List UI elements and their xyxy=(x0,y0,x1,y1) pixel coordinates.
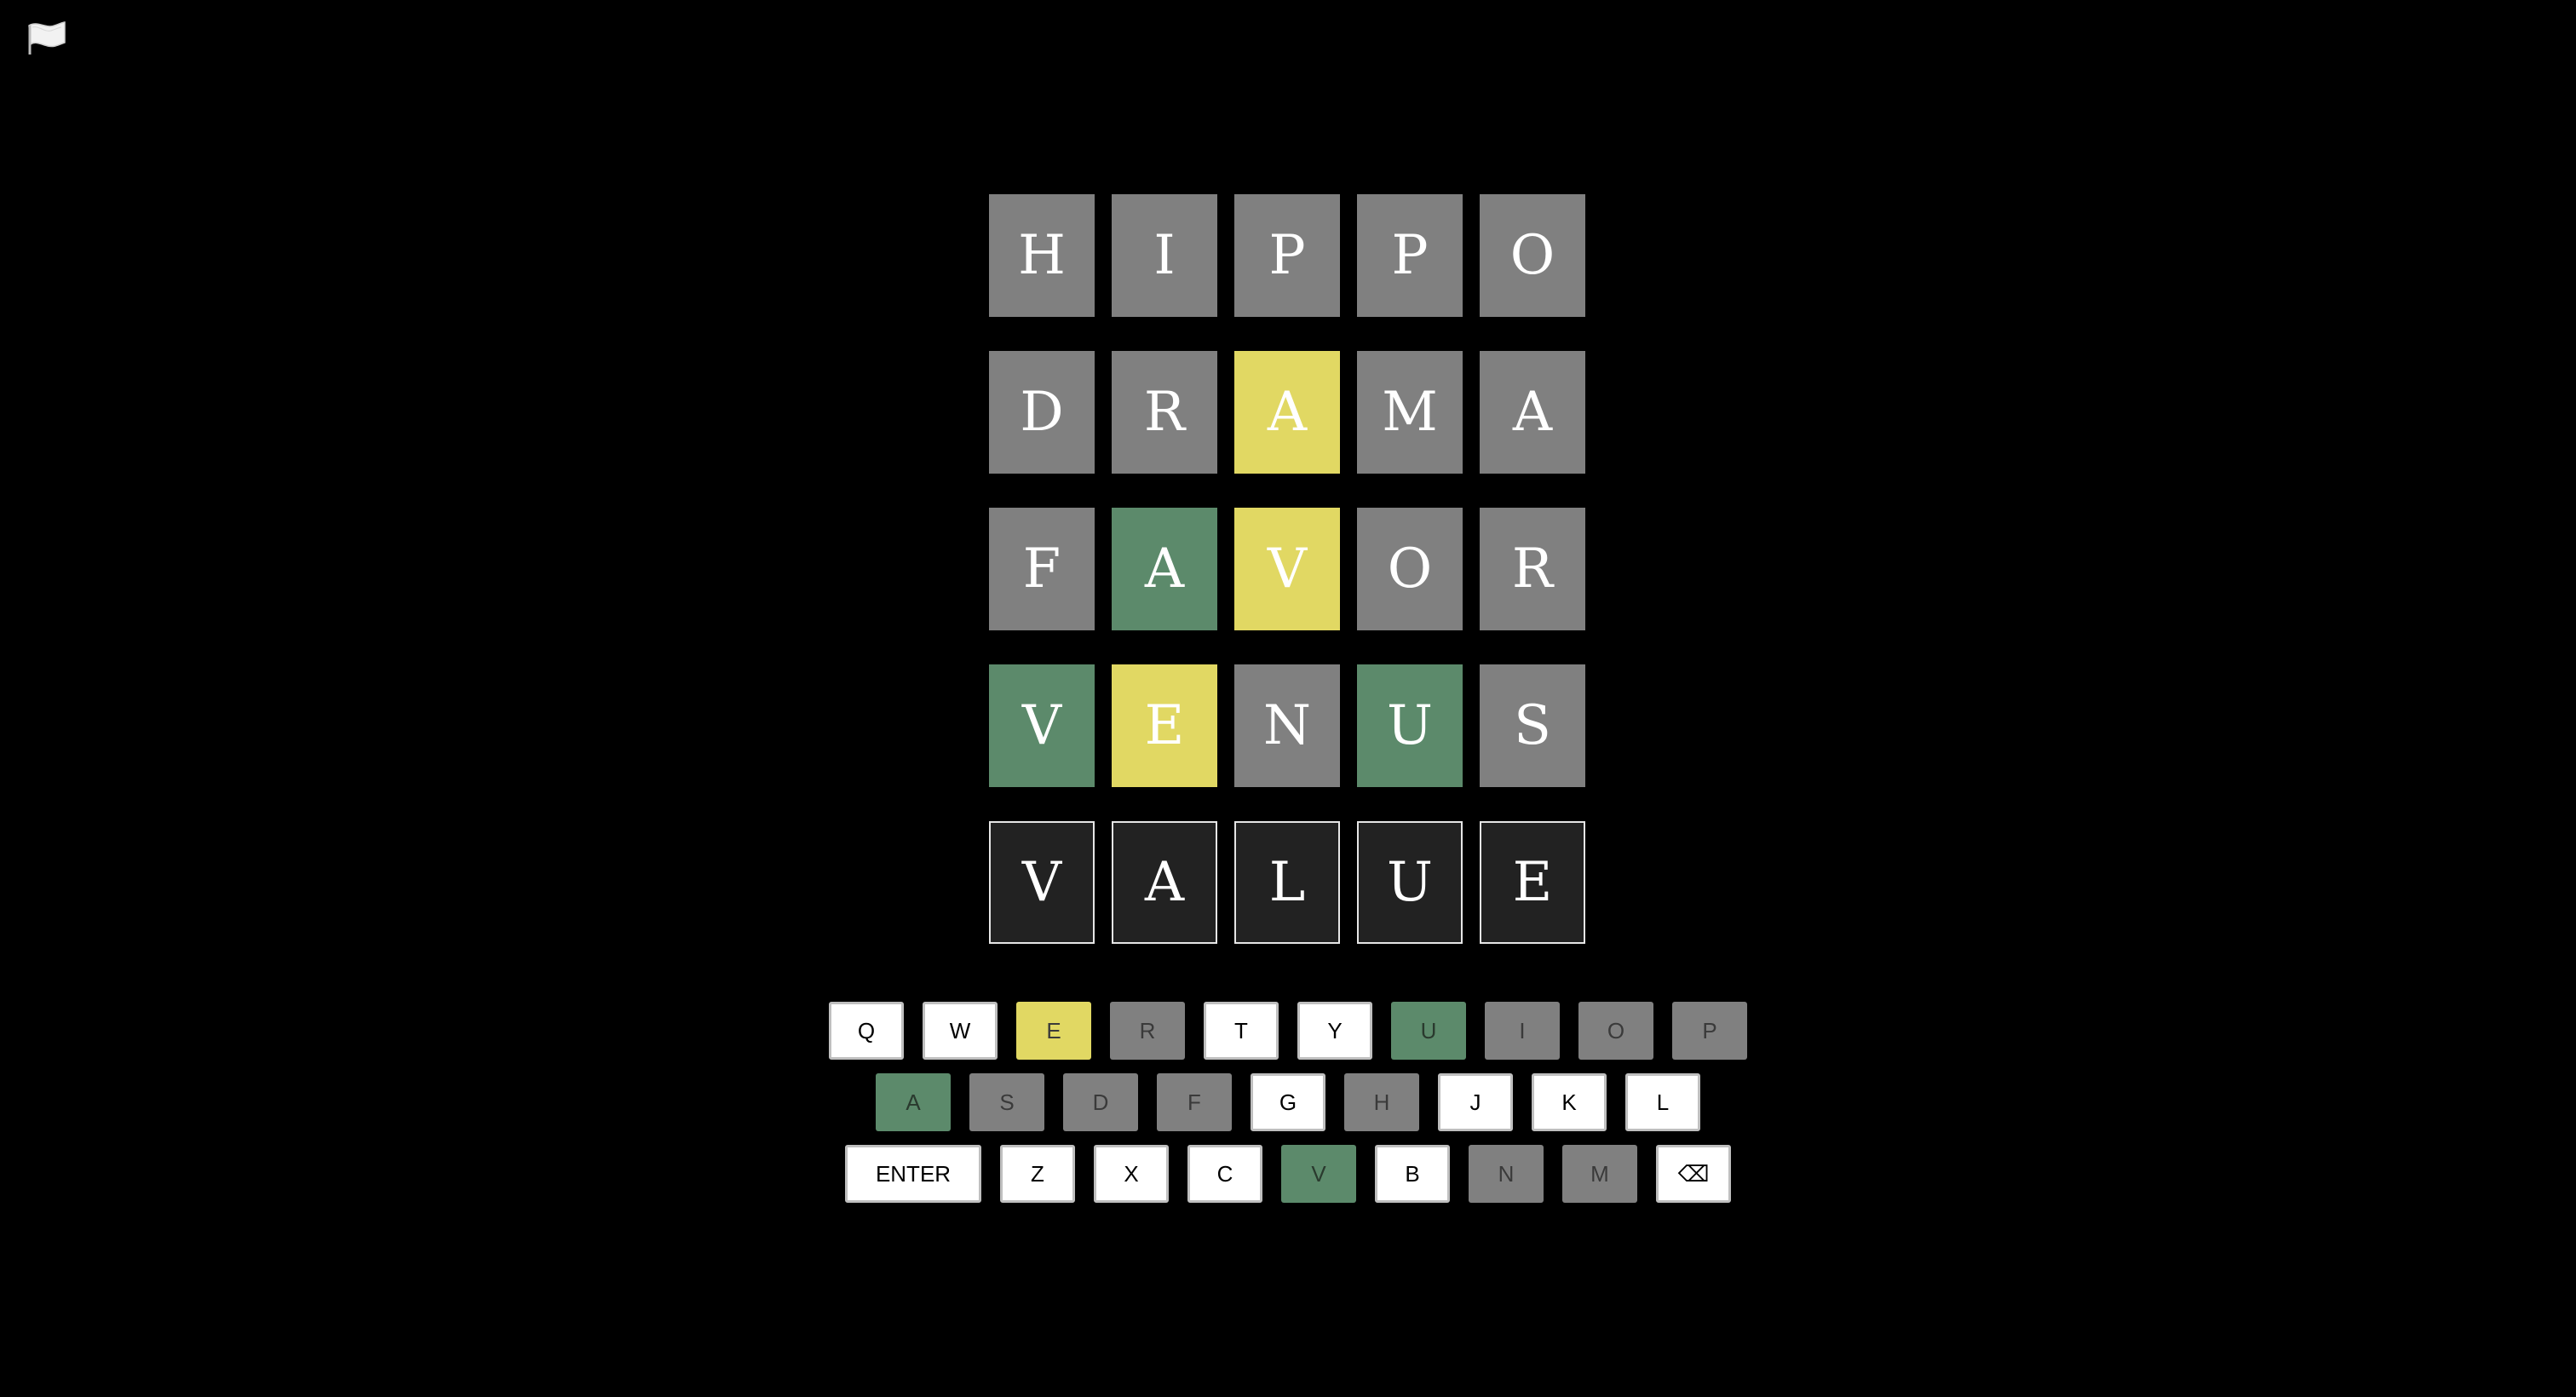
letter-tile: P xyxy=(1234,194,1340,317)
letter-tile: O xyxy=(1357,508,1463,630)
game-page: H I P P O D R A M A F A V O R V E N U S xyxy=(0,0,2576,1397)
letter-tile: A xyxy=(1112,821,1217,944)
keyboard-row: Q W E R T Y U I O P xyxy=(0,1002,2576,1060)
key-t[interactable]: T xyxy=(1204,1002,1279,1060)
letter-tile: A xyxy=(1480,351,1585,474)
letter-tile: N xyxy=(1234,664,1340,787)
letter-tile: S xyxy=(1480,664,1585,787)
key-n[interactable]: N xyxy=(1469,1145,1544,1203)
keyboard-row: A S D F G H J K L xyxy=(0,1073,2576,1131)
key-g[interactable]: G xyxy=(1251,1073,1325,1131)
key-f[interactable]: F xyxy=(1157,1073,1232,1131)
on-screen-keyboard: Q W E R T Y U I O P A S D F G H J K L EN… xyxy=(0,1002,2576,1203)
letter-tile: U xyxy=(1357,821,1463,944)
letter-tile: E xyxy=(1112,664,1217,787)
key-v[interactable]: V xyxy=(1281,1145,1356,1203)
key-y[interactable]: Y xyxy=(1297,1002,1372,1060)
letter-tile: M xyxy=(1357,351,1463,474)
key-q[interactable]: Q xyxy=(829,1002,904,1060)
key-w[interactable]: W xyxy=(923,1002,998,1060)
key-a[interactable]: A xyxy=(876,1073,951,1131)
key-e[interactable]: E xyxy=(1016,1002,1091,1060)
key-x[interactable]: X xyxy=(1094,1145,1169,1203)
white-flag-icon[interactable] xyxy=(26,19,68,56)
letter-tile: U xyxy=(1357,664,1463,787)
backspace-icon[interactable]: ⌫ xyxy=(1656,1145,1731,1203)
current-guess-row: V A L U E xyxy=(989,821,1585,944)
letter-tile: A xyxy=(1112,508,1217,630)
key-p[interactable]: P xyxy=(1672,1002,1747,1060)
letter-tile: F xyxy=(989,508,1095,630)
key-l[interactable]: L xyxy=(1625,1073,1700,1131)
key-j[interactable]: J xyxy=(1438,1073,1513,1131)
letter-tile: E xyxy=(1480,821,1585,944)
key-o[interactable]: O xyxy=(1578,1002,1653,1060)
enter-key[interactable]: ENTER xyxy=(845,1145,981,1203)
letter-tile: V xyxy=(989,664,1095,787)
letter-tile: V xyxy=(1234,508,1340,630)
key-u[interactable]: U xyxy=(1391,1002,1466,1060)
key-m[interactable]: M xyxy=(1562,1145,1637,1203)
letter-tile: H xyxy=(989,194,1095,317)
key-z[interactable]: Z xyxy=(1000,1145,1075,1203)
key-s[interactable]: S xyxy=(969,1073,1044,1131)
key-b[interactable]: B xyxy=(1375,1145,1450,1203)
key-d[interactable]: D xyxy=(1063,1073,1138,1131)
key-i[interactable]: I xyxy=(1485,1002,1560,1060)
key-r[interactable]: R xyxy=(1110,1002,1185,1060)
letter-tile: D xyxy=(989,351,1095,474)
guess-row: H I P P O xyxy=(989,194,1585,317)
key-h[interactable]: H xyxy=(1344,1073,1419,1131)
guess-row: V E N U S xyxy=(989,664,1585,787)
keyboard-row: ENTER Z X C V B N M ⌫ xyxy=(0,1145,2576,1203)
guess-row: D R A M A xyxy=(989,351,1585,474)
letter-tile: A xyxy=(1234,351,1340,474)
letter-tile: P xyxy=(1357,194,1463,317)
key-c[interactable]: C xyxy=(1187,1145,1262,1203)
letter-tile: I xyxy=(1112,194,1217,317)
letter-tile: O xyxy=(1480,194,1585,317)
guess-row: F A V O R xyxy=(989,508,1585,630)
letter-tile: R xyxy=(1480,508,1585,630)
guess-board: H I P P O D R A M A F A V O R V E N U S xyxy=(989,194,1585,944)
key-k[interactable]: K xyxy=(1532,1073,1607,1131)
letter-tile: V xyxy=(989,821,1095,944)
letter-tile: L xyxy=(1234,821,1340,944)
letter-tile: R xyxy=(1112,351,1217,474)
